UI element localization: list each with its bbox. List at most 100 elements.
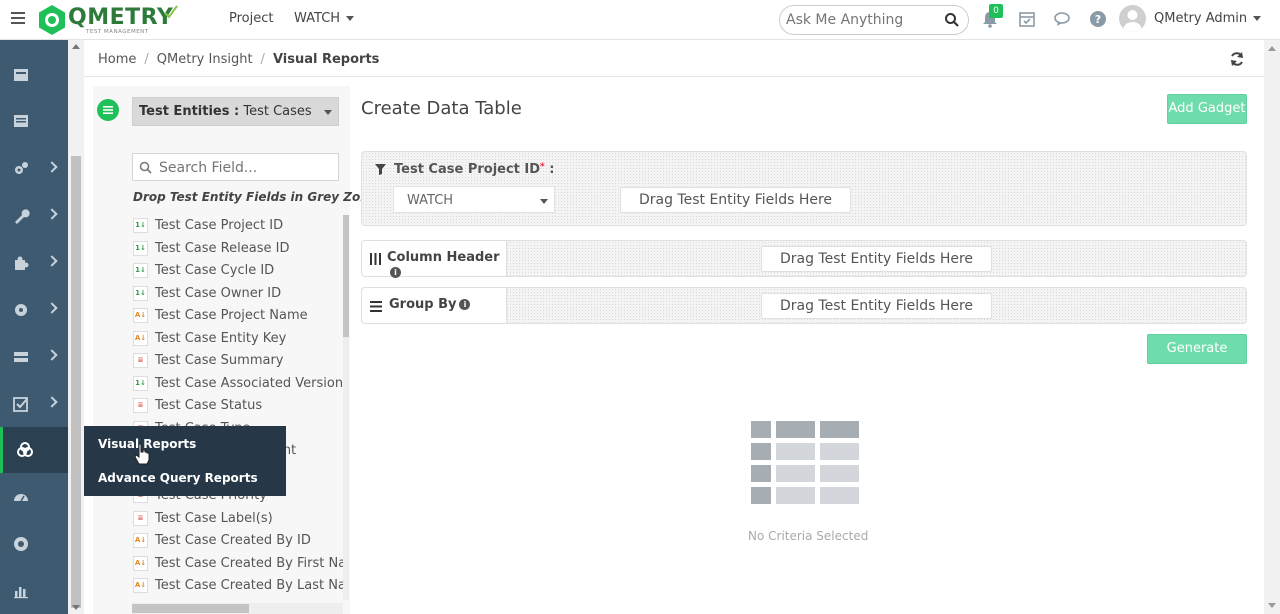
sidebar-item-checklist[interactable] <box>0 381 68 427</box>
sidebar-item-list[interactable] <box>0 98 68 144</box>
gears-icon <box>15 162 28 174</box>
filter-drop-target[interactable]: Drag Test Entity Fields Here <box>620 187 851 213</box>
sidebar-item-dashboard[interactable] <box>0 52 68 98</box>
group-by-label-cell: Group By i <box>361 287 507 324</box>
group-by-drop-target[interactable]: Drag Test Entity Fields Here <box>761 293 992 319</box>
column-header-label: Column Header i <box>387 250 506 280</box>
project-nav-label[interactable]: Project <box>229 11 273 26</box>
field-list-item-label: Test Case Release ID <box>155 240 290 256</box>
breadcrumb-divider <box>84 76 1264 77</box>
user-avatar[interactable] <box>1119 5 1146 32</box>
text-field-icon: A↓ <box>133 555 148 571</box>
bar-chart-icon <box>14 587 28 599</box>
field-list-item[interactable]: 1↓ Test Case Associated Version <box>132 373 344 396</box>
field-list-item[interactable]: A↓ Test Case Created By Last Name <box>132 575 344 598</box>
scroll-up-arrow-icon[interactable] <box>1268 46 1276 51</box>
field-list-horizontal-scroll-thumb[interactable] <box>132 604 249 613</box>
sidebar-scroll-thumb[interactable] <box>71 156 81 608</box>
filter-field-name: Test Case Project ID <box>394 162 541 177</box>
sidebar-item-reports[interactable] <box>0 427 68 473</box>
page-scrollbar[interactable] <box>1264 40 1280 614</box>
breadcrumb-qmetry-insight[interactable]: QMetry Insight <box>157 52 253 67</box>
sidebar-scrollbar[interactable] <box>68 40 84 614</box>
field-list-item[interactable]: A↓ Test Case Entity Key <box>132 328 344 351</box>
field-list-item[interactable]: 1↓ Test Case Project ID <box>132 215 344 238</box>
field-list-item[interactable]: 1↓ Test Case Cycle ID <box>132 260 344 283</box>
qmetry-logo[interactable]: QMETRY TEST MANAGEMENT <box>36 3 178 37</box>
field-list-item-label: Test Case Project Name <box>155 308 308 323</box>
project-id-select-value: WATCH <box>407 193 454 208</box>
field-list-horizontal-scrollbar[interactable] <box>132 603 343 614</box>
field-list-item[interactable]: 1↓ Test Case Owner ID <box>132 283 344 306</box>
sidebar-item-support[interactable] <box>0 521 68 567</box>
help-icon[interactable]: ? <box>1089 10 1107 28</box>
field-list-item-label: Test Case Entity Key <box>155 330 287 346</box>
sidebar-item-configuration[interactable] <box>0 146 68 192</box>
text-field-icon: A↓ <box>133 533 148 548</box>
refresh-icon[interactable] <box>1229 51 1245 67</box>
scroll-down-arrow-icon[interactable] <box>72 605 80 610</box>
filter-icon <box>375 164 386 175</box>
search-icon[interactable] <box>944 12 960 28</box>
sidebar-item-settings[interactable] <box>0 287 68 333</box>
ask-search-input[interactable] <box>786 11 936 29</box>
field-list-item-label: Test Case Owner ID <box>155 285 282 301</box>
scroll-up-arrow-icon[interactable] <box>72 44 80 49</box>
chevron-down-icon <box>1253 16 1262 21</box>
chat-icon[interactable] <box>1054 10 1072 28</box>
field-list-item[interactable]: 1↓ Test Case Release ID <box>132 238 344 261</box>
hamburger-menu-icon[interactable] <box>11 12 25 26</box>
text-field-icon: A↓ <box>133 330 148 346</box>
field-list-item[interactable]: A↓ Test Case Created By ID <box>132 530 344 553</box>
puzzle-icon <box>15 256 29 270</box>
sidebar-item-tools[interactable] <box>0 193 68 239</box>
sidebar-item-server[interactable] <box>0 334 68 380</box>
breadcrumb: Home / QMetry Insight / Visual Reports <box>98 52 379 67</box>
empty-table-icon <box>751 421 859 504</box>
field-list-scroll-thumb[interactable] <box>343 215 349 337</box>
field-list-item[interactable]: ≣ Test Case Label(s) <box>132 508 344 531</box>
project-selector[interactable]: WATCH <box>294 11 355 26</box>
field-list-scrollbar[interactable] <box>343 215 349 600</box>
list-field-icon: ≣ <box>133 398 148 413</box>
breadcrumb-home[interactable]: Home <box>98 52 136 67</box>
numeric-field-icon: 1↓ <box>133 240 148 256</box>
info-icon[interactable]: i <box>459 299 471 310</box>
chevron-right-icon <box>46 349 58 361</box>
field-list-item[interactable]: A↓ Test Case Project Name <box>132 305 344 328</box>
search-icon <box>139 161 152 174</box>
logo-subtext: TEST MANAGEMENT <box>86 29 149 35</box>
page-title: Create Data Table <box>361 98 522 119</box>
info-icon[interactable]: i <box>390 267 401 278</box>
sidebar-item-performance[interactable] <box>0 474 68 520</box>
scroll-down-arrow-icon[interactable] <box>1268 603 1276 608</box>
field-list-item[interactable]: A↓ Test Case Created By First Name <box>132 553 344 576</box>
ask-search-box <box>779 5 969 35</box>
breadcrumb-visual-reports: Visual Reports <box>272 52 380 67</box>
field-search-input[interactable] <box>159 158 329 177</box>
breadcrumb-separator: / <box>144 52 149 67</box>
project-id-select[interactable]: WATCH <box>393 186 555 213</box>
calendar-check-icon[interactable] <box>1018 10 1036 28</box>
list-field-icon: ≣ <box>133 353 148 368</box>
column-header-drop-target[interactable]: Drag Test Entity Fields Here <box>761 246 992 272</box>
field-list-item-label: Test Case Created By First Name <box>155 555 344 571</box>
field-panel-toggle-icon[interactable] <box>97 99 119 121</box>
field-list-item-label: Test Case Created By Last Name <box>155 578 344 593</box>
field-list-item-label: Test Case Associated Version <box>155 375 344 391</box>
filter-label: Test Case Project ID* : <box>394 162 555 177</box>
sidebar-item-integrations[interactable] <box>0 240 68 286</box>
field-list-item[interactable]: ≣ Test Case Summary <box>132 350 344 373</box>
menu-item-advance-query-reports[interactable]: Advance Query Reports <box>98 471 258 485</box>
column-header-text: Column Header <box>387 250 500 265</box>
test-entities-select[interactable]: Test Entities : Test Cases <box>132 97 339 126</box>
add-gadget-button[interactable]: Add Gadget <box>1167 94 1247 124</box>
field-list-item[interactable]: ≣ Test Case Status <box>132 395 344 418</box>
sidebar-item-analytics[interactable] <box>0 568 68 614</box>
field-list-item-label: Test Case Status <box>155 398 263 413</box>
columns-icon <box>370 253 381 265</box>
user-menu[interactable]: QMetry Admin <box>1154 11 1262 26</box>
speedometer-icon <box>14 494 28 502</box>
generate-table-button[interactable]: Generate Table <box>1147 334 1247 384</box>
chevron-down-icon <box>324 110 332 115</box>
